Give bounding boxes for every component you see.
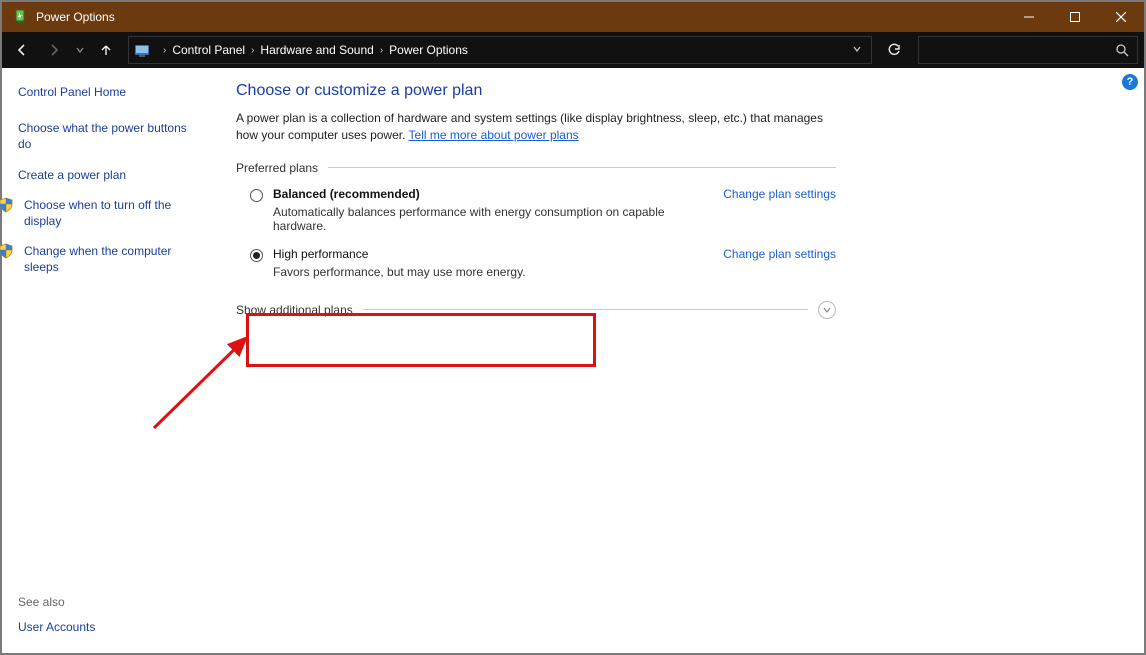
power-plan-option: Balanced (recommended) Automatically bal… — [236, 183, 836, 243]
sidebar-link[interactable]: Create a power plan — [18, 167, 202, 183]
address-bar[interactable]: › Control Panel › Hardware and Sound › P… — [128, 36, 872, 64]
intro-text: A power plan is a collection of hardware… — [236, 110, 836, 145]
page-heading: Choose or customize a power plan — [236, 82, 836, 100]
chevron-right-icon: › — [380, 45, 383, 56]
plan-name: High performance — [273, 247, 703, 261]
sidebar-link[interactable]: Choose what the power buttons do — [18, 120, 202, 152]
preferred-plans-label: Preferred plans — [236, 161, 836, 175]
breadcrumb-item[interactable]: Power Options — [389, 43, 468, 57]
window-title: Power Options — [36, 10, 115, 24]
window-controls — [1006, 2, 1144, 32]
app-icon — [12, 9, 28, 25]
back-button[interactable] — [8, 36, 36, 64]
plan-description: Favors performance, but may use more ene… — [273, 265, 703, 279]
see-also-label: See also — [18, 595, 202, 609]
control-panel-icon — [133, 41, 151, 59]
shield-icon — [0, 197, 14, 213]
search-input[interactable] — [918, 36, 1138, 64]
radio-high-performance[interactable] — [250, 249, 263, 262]
recent-locations-button[interactable] — [72, 36, 88, 64]
forward-button[interactable] — [40, 36, 68, 64]
plan-description: Automatically balances performance with … — [273, 205, 703, 233]
titlebar: Power Options — [2, 2, 1144, 32]
chevron-down-icon[interactable] — [847, 43, 867, 57]
main-content: Choose or customize a power plan A power… — [208, 68, 1144, 653]
minimize-button[interactable] — [1006, 2, 1052, 32]
learn-more-link[interactable]: Tell me more about power plans — [409, 128, 579, 142]
maximize-button[interactable] — [1052, 2, 1098, 32]
window: Power Options — [0, 0, 1146, 655]
control-panel-home-link[interactable]: Control Panel Home — [18, 84, 202, 100]
chevron-right-icon: › — [163, 45, 166, 56]
see-also-link[interactable]: User Accounts — [18, 619, 202, 635]
sidebar-link[interactable]: Choose when to turn off the display — [24, 197, 202, 229]
chevron-right-icon: › — [251, 45, 254, 56]
navbar: › Control Panel › Hardware and Sound › P… — [2, 32, 1144, 68]
change-plan-settings-link[interactable]: Change plan settings — [703, 187, 836, 201]
close-button[interactable] — [1098, 2, 1144, 32]
power-plan-option: High performance Favors performance, but… — [236, 243, 836, 289]
change-plan-settings-link[interactable]: Change plan settings — [703, 247, 836, 261]
search-icon — [1116, 44, 1129, 57]
plan-name: Balanced (recommended) — [273, 187, 703, 201]
breadcrumb-item[interactable]: Hardware and Sound — [260, 43, 373, 57]
sidebar: Control Panel Home Choose what the power… — [2, 68, 208, 653]
chevron-down-icon — [818, 301, 836, 319]
breadcrumb-item[interactable]: Control Panel — [172, 43, 245, 57]
refresh-button[interactable] — [880, 36, 908, 64]
content-body: ? Control Panel Home Choose what the pow… — [2, 68, 1144, 653]
up-button[interactable] — [92, 36, 120, 64]
show-additional-plans[interactable]: Show additional plans — [236, 301, 836, 319]
sidebar-link[interactable]: Change when the computer sleeps — [24, 243, 202, 275]
shield-icon — [0, 243, 14, 259]
radio-balanced[interactable] — [250, 189, 263, 202]
